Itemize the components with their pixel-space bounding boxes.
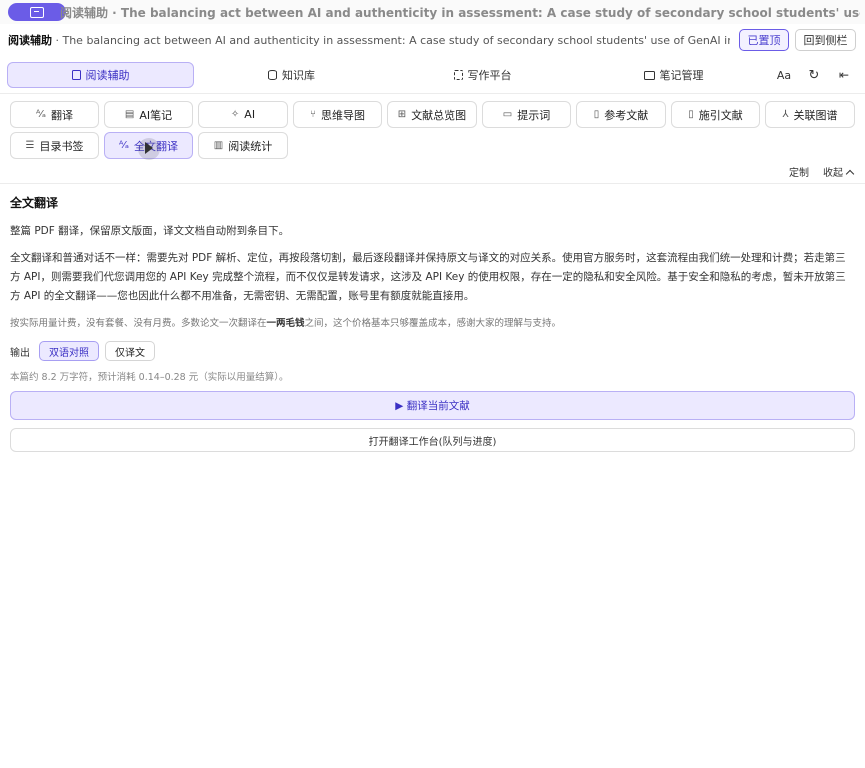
tab-knowledge-base[interactable]: 知识库 (198, 62, 385, 88)
tool-overview[interactable]: ⊞ 文献总览图 (387, 101, 477, 128)
full-translate-panel: 全文翻译 整篇 PDF 翻译，保留原文版面，译文文档自动附到条目下。 全文翻译和… (10, 194, 855, 452)
output-option-translation-only[interactable]: 仅译文 (105, 341, 155, 361)
tool-mindmap[interactable]: ⑂ 思维导图 (293, 101, 382, 128)
customize-button[interactable]: 定制 (789, 164, 809, 179)
collapse-label: 收起 (823, 168, 843, 179)
back-to-sidebar-button[interactable]: 回到侧栏 (795, 29, 856, 51)
output-selector: 输出 双语对照 仅译文 (10, 341, 855, 361)
reference-icon: ▯ (593, 109, 600, 120)
tool-label: 阅读统计 (228, 139, 273, 153)
pin-button[interactable]: 已置顶 (739, 29, 789, 51)
citing-icon: ▯ (688, 109, 694, 120)
window-title-bar: 阅读辅助 · The balancing act between AI and … (0, 0, 865, 24)
intro-text: 整篇 PDF 翻译，保留原文版面，译文文档自动附到条目下。 (10, 225, 290, 237)
window-title: 阅读辅助 · The balancing act between AI and … (60, 5, 860, 20)
document-icon (71, 70, 81, 80)
mouse-cursor-icon (138, 138, 160, 160)
tab-label: 阅读辅助 (85, 69, 130, 82)
prompt-icon: ▭ (502, 109, 513, 120)
tool-related-graph[interactable]: ⅄ 关联图谱 (765, 101, 855, 128)
description-text: 全文翻译和普通对话不一样：需要先对 PDF 解析、定位，再按段落切割，最后逐段翻… (10, 252, 846, 302)
folder-icon (643, 70, 655, 80)
tool-references[interactable]: ▯ 参考文献 (576, 101, 666, 128)
main-nav: 阅读辅助 知识库 写作平台 笔记管理 Aa ↻ ⇤ (0, 58, 865, 90)
bar-chart-icon: ▥ (213, 140, 224, 151)
translate-icon: ᴬ⁄ₐ (119, 140, 129, 151)
list-icon: ☰ (25, 140, 35, 151)
pricing-note: 按实际用量计费，没有套餐、没有月费。多数论文一次翻译在一两毛钱之间，这个价格基本… (10, 314, 855, 333)
tool-ai[interactable]: ✧ AI (198, 101, 288, 128)
collapse-button[interactable]: 收起 (823, 164, 855, 179)
tool-label: 提示词 (517, 108, 551, 122)
overview-icon: ⊞ (397, 109, 407, 120)
tab-label: 知识库 (282, 69, 315, 82)
reader-icon (30, 6, 44, 18)
section-title: 全文翻译 (10, 196, 59, 210)
translate-document-button[interactable]: ▶ 翻译当前文献 (10, 391, 855, 420)
tool-reading-stats[interactable]: ▥ 阅读统计 (198, 132, 288, 159)
pricing-highlight: 一两毛钱 (266, 318, 305, 329)
pricing-text-before: 按实际用量计费，没有套餐、没有月费。多数论文一次翻译在 (10, 318, 267, 329)
font-size-button[interactable]: Aa (773, 62, 795, 88)
cost-estimate: 本篇约 8.2 万字符，预计消耗 0.14–0.28 元（实际以用量结算）。 (10, 372, 289, 383)
tool-ai-note[interactable]: ▤ AI笔记 (104, 101, 193, 128)
tab-label: 写作平台 (467, 69, 512, 82)
open-workbench-button[interactable]: 打开翻译工作台(队列与进度) (10, 428, 855, 452)
collapse-left-icon[interactable]: ⇤ (833, 62, 855, 88)
nav-divider (0, 93, 865, 94)
pricing-text-after: 之间，这个价格基本只够覆盖成本，感谢大家的理解与支持。 (304, 318, 562, 329)
refresh-icon[interactable]: ↻ (803, 62, 825, 88)
output-label: 输出 (10, 347, 30, 359)
tool-translate[interactable]: ᴬ⁄ₐ 翻译 (10, 101, 99, 128)
note-icon: ▤ (124, 109, 135, 120)
tool-label: 思维导图 (321, 108, 365, 122)
mindmap-icon: ⑂ (310, 109, 316, 120)
chevron-up-icon (845, 169, 855, 179)
grid-icon (453, 70, 463, 80)
tab-label: 笔记管理 (659, 69, 704, 82)
tool-label: 文献总览图 (411, 108, 467, 122)
tools-divider (0, 183, 865, 184)
tool-toc-bookmarks[interactable]: ☰ 目录书签 (10, 132, 99, 159)
header: 阅读辅助 · The balancing act between AI and … (0, 26, 865, 54)
tab-reading-assist[interactable]: 阅读辅助 (7, 62, 194, 88)
header-title: 阅读辅助 · The balancing act between AI and … (8, 32, 730, 48)
output-option-bilingual[interactable]: 双语对照 (39, 341, 99, 361)
tool-label: 关联图谱 (793, 108, 838, 122)
tool-label: 翻译 (50, 108, 73, 122)
translate-icon: ᴬ⁄ₐ (36, 109, 46, 120)
document-title: · The balancing act between AI and authe… (55, 34, 730, 47)
tool-prompt[interactable]: ▭ 提示词 (482, 101, 571, 128)
tab-note-management[interactable]: 笔记管理 (580, 62, 767, 88)
tab-writing-platform[interactable]: 写作平台 (389, 62, 576, 88)
tool-label: 目录书签 (39, 139, 84, 153)
graph-icon: ⅄ (782, 109, 789, 120)
tool-label: 参考文献 (604, 108, 649, 122)
tool-label: AI (244, 108, 256, 121)
tool-citing[interactable]: ▯ 施引文献 (671, 101, 760, 128)
app-name: 阅读辅助 (8, 34, 52, 47)
tool-options: 定制 收起 (789, 164, 855, 179)
app-badge[interactable] (8, 3, 66, 21)
tool-label: AI笔记 (139, 108, 173, 122)
tool-label: 施引文献 (698, 108, 743, 122)
sparkle-icon: ✧ (230, 109, 240, 120)
database-icon (268, 70, 277, 80)
